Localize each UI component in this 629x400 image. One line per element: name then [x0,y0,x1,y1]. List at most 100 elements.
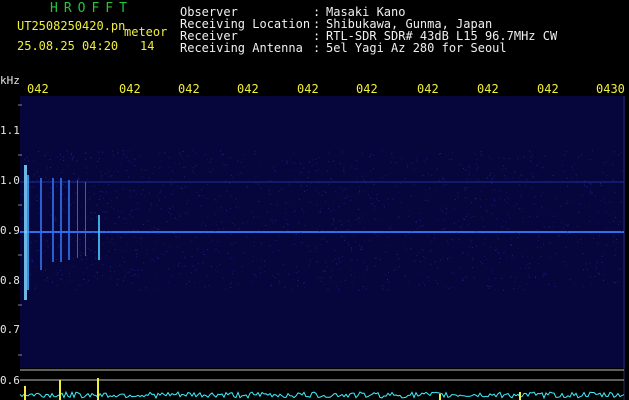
noise-speck [613,151,615,153]
noise-speck [566,233,568,235]
noise-speck [609,285,611,287]
noise-speck [108,176,110,178]
noise-speck [362,286,364,288]
noise-speck [473,215,474,217]
noise-speck [480,155,482,157]
time-tick: 042 [119,82,141,96]
noise-speck [507,228,509,230]
noise-speck [145,249,147,251]
noise-speck [68,275,70,277]
noise-speck [102,197,104,199]
noise-speck [85,158,87,160]
noise-speck [284,286,286,288]
noise-speck [86,258,88,260]
noise-speck [441,177,443,179]
noise-speck [125,233,127,235]
noise-speck [285,212,287,214]
noise-speck [540,246,542,248]
noise-speck [332,218,334,220]
noise-speck [526,256,528,258]
noise-speck [610,228,612,230]
noise-speck [91,218,93,220]
noise-speck [614,192,616,194]
noise-speck [590,284,592,286]
noise-speck [78,179,80,180]
noise-speck [167,173,169,175]
noise-speck [540,256,542,257]
noise-speck [83,228,85,230]
noise-speck [32,160,34,162]
noise-speck [317,261,319,263]
noise-speck [121,210,123,212]
noise-speck [82,272,84,274]
noise-speck [447,243,449,245]
noise-speck [392,198,394,200]
noise-speck [44,279,46,281]
noise-speck [394,162,396,164]
noise-speck [222,154,224,156]
noise-speck [527,158,529,160]
noise-speck [447,259,448,261]
noise-speck [407,215,409,217]
noise-speck [270,203,272,205]
noise-speck [89,195,91,197]
noise-speck [354,169,356,171]
noise-speck [70,204,72,206]
noise-speck [284,201,286,203]
noise-speck [170,179,172,180]
noise-speck [351,247,352,249]
noise-speck [530,156,532,158]
noise-speck [568,224,569,226]
noise-speck [227,252,229,254]
noise-speck [369,156,371,158]
noise-speck [599,235,600,237]
noise-speck [327,289,329,291]
noise-speck [137,269,139,271]
noise-speck [247,185,249,187]
noise-speck [535,213,537,215]
noise-speck [609,201,611,203]
noise-speck [321,181,323,183]
noise-speck [214,214,216,216]
noise-speck [255,181,257,183]
noise-speck [97,272,99,274]
noise-speck [353,276,355,278]
noise-speck [71,158,73,160]
noise-speck [80,255,82,257]
noise-speck [164,254,165,255]
noise-speck [498,252,499,254]
noise-speck [131,282,133,284]
noise-speck [27,160,29,162]
noise-speck [404,275,406,277]
noise-speck [251,211,253,213]
noise-speck [536,230,538,232]
noise-speck [439,209,441,211]
noise-speck [388,203,390,205]
noise-speck [125,218,127,220]
noise-speck [133,236,135,238]
noise-speck [254,151,256,152]
noise-speck [50,243,52,245]
noise-speck [606,244,608,246]
meteor-streak [98,215,100,260]
noise-speck [470,239,472,241]
noise-speck [292,211,294,213]
noise-speck [152,249,154,251]
noise-speck [151,205,153,207]
noise-speck [346,229,348,231]
noise-speck [100,178,102,179]
noise-speck [254,273,256,275]
noise-speck [130,161,132,163]
noise-speck [111,238,113,240]
noise-speck [475,245,477,247]
noise-speck [330,276,332,278]
noise-speck [534,196,536,198]
noise-speck [125,150,127,152]
noise-speck [299,171,301,173]
noise-speck [493,175,495,177]
noise-speck [563,170,565,172]
noise-speck [304,225,306,226]
freq-tick: 0.8 [0,274,20,287]
noise-speck [554,286,556,287]
noise-speck [382,285,384,287]
